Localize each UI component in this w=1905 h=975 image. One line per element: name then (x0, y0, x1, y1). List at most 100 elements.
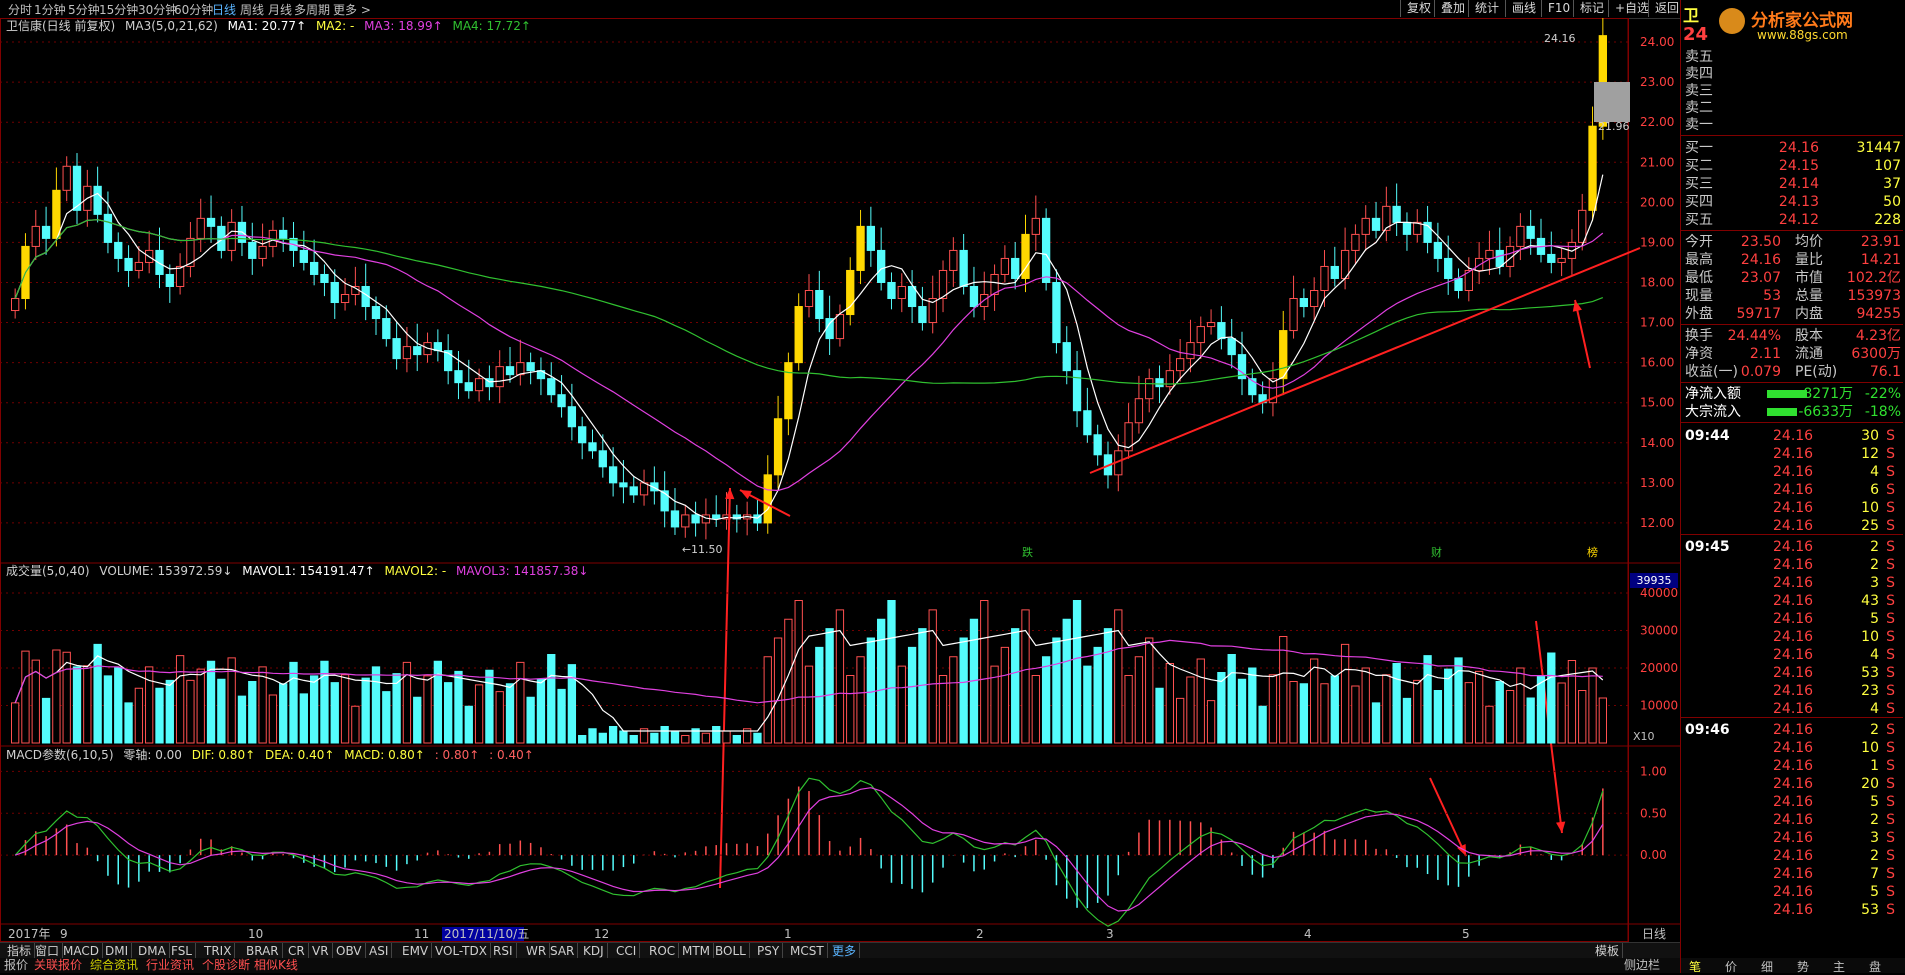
volume-bar (41, 697, 51, 744)
volume-value: VOLUME: 153972.59↓ (99, 564, 233, 578)
buy-row-3: 买四 24.13 50 (1685, 193, 1903, 211)
sidebar-toggle[interactable]: 侧边栏 (1620, 958, 1664, 973)
tick-price: 24.16 (1773, 518, 1814, 534)
volume-bar (1248, 667, 1257, 744)
indicator-tab-19[interactable]: ROC (646, 943, 680, 959)
tick-price: 24.16 (1773, 812, 1814, 828)
indicator-tab-20[interactable]: MTM (679, 943, 715, 959)
volume-bar (608, 726, 618, 744)
toolbar-button-2[interactable]: 统计 (1468, 0, 1505, 17)
period-tab-10[interactable]: 更多 > (333, 1, 371, 18)
volume-bar (1433, 690, 1443, 744)
panel-tab-0[interactable]: 笔 (1689, 958, 1701, 975)
indicator-tab-16[interactable]: SAR (547, 943, 579, 959)
indicator-tab-1[interactable]: 窗口 (32, 943, 64, 959)
tick-price: 24.16 (1773, 683, 1814, 699)
volume-bar (526, 696, 535, 744)
price-axis-label: 16.00 (1640, 356, 1674, 370)
candle-body (887, 281, 896, 300)
candle-body (1217, 322, 1226, 340)
tick-volume: 53 (1861, 665, 1879, 681)
indicator-tab-11[interactable]: ASI (366, 943, 393, 959)
indicator-tab-14[interactable]: RSI (490, 943, 517, 959)
indicator-tab-17[interactable]: KDJ (580, 943, 608, 959)
volume-bar (11, 702, 20, 744)
volume-bar (1485, 705, 1494, 744)
tick-row-24: 24.16 7 S (1681, 865, 1903, 883)
bottom-tab-4[interactable]: 个股诊断 (198, 958, 254, 973)
volume-bar (1516, 667, 1525, 744)
indicator-tab-21[interactable]: BOLL (712, 943, 750, 959)
candle-body (526, 362, 535, 372)
tick-side: S (1886, 518, 1895, 534)
indicator-tab-3[interactable]: DMI (102, 943, 133, 959)
bottom-tab-1[interactable]: 关联报价 (30, 958, 86, 973)
tick-side: S (1886, 902, 1895, 918)
period-tab-2[interactable]: 5分钟 (68, 1, 100, 18)
indicator-tab-9[interactable]: VR (309, 943, 333, 959)
tick-price: 24.16 (1773, 722, 1814, 738)
indicator-tab-13[interactable]: VOL-TDX (432, 943, 491, 959)
volume-bar (763, 656, 772, 744)
volume-bar (1011, 628, 1020, 744)
indicator-tab-0[interactable]: 指标 (4, 943, 36, 959)
bottom-tab-2[interactable]: 综合资讯 (86, 958, 142, 973)
indicator-tab-23[interactable]: MCST (787, 943, 828, 959)
date-axis-label: 12 (594, 927, 609, 941)
volume-bar (1093, 646, 1102, 744)
tick-side: S (1886, 740, 1895, 756)
buy-row-2: 买三 24.14 37 (1685, 175, 1903, 193)
toolbar-button-1[interactable]: 叠加 (1434, 0, 1471, 17)
date-axis-label: 5 (1462, 927, 1470, 941)
period-tab-6[interactable]: 日线 (212, 1, 236, 18)
period-tab-4[interactable]: 30分钟 (138, 1, 177, 18)
period-tab-7[interactable]: 周线 (240, 1, 264, 18)
tick-side: S (1886, 539, 1895, 555)
indicator-tab-2[interactable]: MACD (60, 943, 103, 959)
tick-price: 24.16 (1773, 629, 1814, 645)
buy-volume: 107 (1874, 158, 1901, 174)
panel-tab-5[interactable]: 盘 (1869, 958, 1881, 975)
panel-tab-2[interactable]: 细 (1761, 958, 1773, 975)
period-tab-1[interactable]: 1分钟 (34, 1, 66, 18)
tick-price: 24.16 (1773, 848, 1814, 864)
buy-price: 24.15 (1778, 158, 1819, 174)
indicator-tabs: 指标 窗口 MACD DMI DMA FSL TRIX BRAR CR VR OBV ASI EMV VO… (0, 942, 1680, 959)
indicator-tab-6[interactable]: TRIX (201, 943, 236, 959)
bottom-tab-0[interactable]: 报价 (0, 958, 32, 973)
chart-area[interactable]: 24.0023.0022.0021.0020.0019.0018.0017.00… (0, 18, 1680, 942)
stats-divider (1681, 230, 1903, 231)
toolbar-button-0[interactable]: 复权 (1400, 0, 1437, 17)
candle-body (773, 418, 783, 476)
period-tab-8[interactable]: 月线 (268, 1, 292, 18)
indicator-tab-22[interactable]: PSY (754, 943, 784, 959)
indicator-tab-18[interactable]: CCI (613, 943, 641, 959)
template-button[interactable]: 模板 (1592, 943, 1624, 959)
period-tab-0[interactable]: 分时 (8, 1, 32, 18)
period-tab-5[interactable]: 60分钟 (174, 1, 213, 18)
indicator-tab-5[interactable]: FSL (168, 943, 196, 959)
indicator-tab-4[interactable]: DMA (135, 943, 170, 959)
panel-tab-1[interactable]: 价 (1725, 958, 1737, 975)
toolbar-button-4[interactable]: F10 (1541, 0, 1576, 17)
tick-row-11: 24.16 10 S (1681, 628, 1903, 646)
indicator-tab-8[interactable]: CR (285, 943, 309, 959)
indicator-tab-10[interactable]: OBV (333, 943, 366, 959)
period-tab-3[interactable]: 15分钟 (99, 1, 138, 18)
tick-row-4: 24.16 10 S (1681, 499, 1903, 517)
period-tab-9[interactable]: 多周期 (294, 1, 330, 18)
logo-icon (1719, 8, 1745, 34)
panel-tab-4[interactable]: 主 (1833, 958, 1845, 975)
indicator-tab-7[interactable]: BRAR (243, 943, 283, 959)
indicator-tab-24[interactable]: 更多 (829, 943, 861, 959)
bottom-tab-3[interactable]: 行业资讯 (142, 958, 198, 973)
volume-bar (619, 730, 628, 744)
indicator-tab-12[interactable]: EMV (399, 943, 433, 959)
volume-bar (1258, 705, 1267, 744)
toolbar-button-3[interactable]: 画线 (1505, 0, 1542, 17)
panel-tab-3[interactable]: 势 (1797, 958, 1809, 975)
bottom-tab-5[interactable]: 相似K线 (250, 958, 302, 973)
toolbar-button-5[interactable]: 标记 (1573, 0, 1610, 17)
volume-bar (1444, 668, 1453, 744)
tick-side: S (1886, 701, 1895, 717)
